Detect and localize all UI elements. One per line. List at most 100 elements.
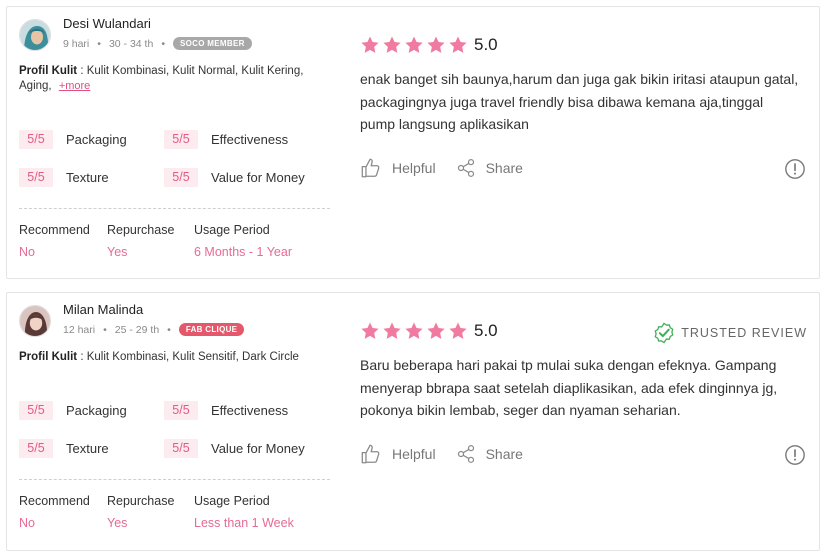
skin-profile-label: Profil Kulit xyxy=(19,351,78,363)
rating-effectiveness: 5/5 Effectiveness xyxy=(164,401,288,420)
skin-profile-label: Profil Kulit xyxy=(19,65,78,77)
share-label: Share xyxy=(485,160,523,176)
share-button[interactable]: Share xyxy=(456,158,523,178)
member-badge: SOCO MEMBER xyxy=(173,37,252,50)
report-button[interactable] xyxy=(784,158,806,185)
skin-profile: Profil Kulit : Kulit Kombinasi, Kulit No… xyxy=(19,64,329,94)
star-rating: 5.0 xyxy=(360,35,498,55)
usage-period: Usage Period 6 Months - 1 Year xyxy=(194,223,292,259)
reviewer-meta: 12 hari • 25 - 29 th • FAB CLIQUE xyxy=(63,323,245,336)
usage-label: Recommend xyxy=(19,223,90,237)
overall-score: 5.0 xyxy=(474,321,498,340)
rating-score: 5/5 xyxy=(164,130,198,149)
rating-score: 5/5 xyxy=(19,401,53,420)
rating-score: 5/5 xyxy=(164,168,198,187)
usage-label: Repurchase xyxy=(107,223,175,237)
rating-label: Packaging xyxy=(66,132,127,147)
trusted-review-badge: TRUSTED REVIEW xyxy=(653,322,807,344)
reviewer-meta: 9 hari • 30 - 34 th • SOCO MEMBER xyxy=(63,37,252,50)
review-card: Milan Malinda 12 hari • 25 - 29 th • FAB… xyxy=(6,292,820,551)
star-icon xyxy=(449,36,467,53)
rating-score: 5/5 xyxy=(19,439,53,458)
divider xyxy=(19,208,330,209)
more-link[interactable]: +more xyxy=(59,80,91,92)
share-icon xyxy=(457,445,474,463)
rating-score: 5/5 xyxy=(19,168,53,187)
reviewer-name[interactable]: Desi Wulandari xyxy=(63,16,151,31)
rating-packaging: 5/5 Packaging xyxy=(19,401,127,420)
star-icon xyxy=(427,322,445,339)
share-label: Share xyxy=(485,446,523,462)
separator-dot: • xyxy=(97,37,101,50)
usage-value: Less than 1 Week xyxy=(194,516,294,530)
alert-circle-icon xyxy=(785,159,805,179)
usage-repurchase: Repurchase Yes xyxy=(107,223,174,259)
rating-texture: 5/5 Texture xyxy=(19,439,109,458)
review-time: 12 hari xyxy=(63,323,96,336)
rating-label: Packaging xyxy=(66,403,127,418)
review-actions: Helpful Share xyxy=(360,157,523,179)
review-card: Desi Wulandari 9 hari • 30 - 34 th • SOC… xyxy=(6,6,820,279)
divider xyxy=(19,479,330,480)
review-actions: Helpful Share xyxy=(360,443,523,465)
separator-dot: • xyxy=(161,37,166,50)
usage-label: Usage Period xyxy=(194,223,270,237)
member-badge: FAB CLIQUE xyxy=(178,323,245,336)
helpful-label: Helpful xyxy=(392,160,436,176)
verified-badge-icon xyxy=(654,322,674,344)
rating-value-for-money: 5/5 Value for Money xyxy=(164,439,305,458)
usage-value: 6 Months - 1 Year xyxy=(194,245,292,259)
helpful-label: Helpful xyxy=(392,446,436,462)
usage-label: Usage Period xyxy=(194,494,270,508)
rating-label: Effectiveness xyxy=(211,132,289,147)
rating-label: Value for Money xyxy=(211,441,305,456)
avatar[interactable] xyxy=(19,19,51,51)
usage-value: No xyxy=(19,245,35,259)
usage-label: Repurchase xyxy=(107,494,175,508)
helpful-button[interactable]: Helpful xyxy=(360,157,436,179)
rating-packaging: 5/5 Packaging xyxy=(19,130,127,149)
star-icon xyxy=(427,36,445,53)
review-text: enak banget sih baunya,harum dan juga ga… xyxy=(360,71,799,132)
age-range: 25 - 29 th xyxy=(114,323,160,336)
thumbs-up-icon xyxy=(361,444,380,464)
rating-label: Effectiveness xyxy=(211,403,289,418)
report-button[interactable] xyxy=(784,444,806,471)
star-icon xyxy=(449,322,467,339)
alert-circle-icon xyxy=(785,445,805,465)
rating-score: 5/5 xyxy=(164,439,198,458)
star-rating: 5.0 xyxy=(360,321,498,341)
avatar[interactable] xyxy=(19,305,51,337)
rating-score: 5/5 xyxy=(164,401,198,420)
share-icon xyxy=(457,159,474,177)
usage-value: Yes xyxy=(107,516,128,530)
rating-label: Texture xyxy=(66,170,109,185)
review-time: 9 hari xyxy=(63,37,90,50)
rating-label: Texture xyxy=(66,441,109,456)
usage-recommend: Recommend No xyxy=(19,494,90,530)
rating-label: Value for Money xyxy=(211,170,305,185)
star-icon xyxy=(383,322,401,339)
helpful-button[interactable]: Helpful xyxy=(360,443,436,465)
star-icon xyxy=(361,36,379,53)
trusted-review-label: TRUSTED REVIEW xyxy=(681,326,807,340)
star-icon xyxy=(361,322,379,339)
star-icon xyxy=(405,322,423,339)
rating-value-for-money: 5/5 Value for Money xyxy=(164,168,305,187)
usage-period: Usage Period Less than 1 Week xyxy=(194,494,294,530)
rating-effectiveness: 5/5 Effectiveness xyxy=(164,130,288,149)
separator-dot: • xyxy=(103,323,107,336)
reviewer-name[interactable]: Milan Malinda xyxy=(63,302,143,317)
rating-texture: 5/5 Texture xyxy=(19,168,109,187)
usage-recommend: Recommend No xyxy=(19,223,90,259)
usage-value: No xyxy=(19,516,35,530)
usage-value: Yes xyxy=(107,245,128,259)
thumbs-up-icon xyxy=(361,158,380,178)
star-icon xyxy=(383,36,401,53)
share-button[interactable]: Share xyxy=(456,444,523,464)
usage-repurchase: Repurchase Yes xyxy=(107,494,174,530)
overall-score: 5.0 xyxy=(474,35,498,54)
skin-profile: Profil Kulit : Kulit Kombinasi, Kulit Se… xyxy=(19,350,329,365)
avatar-hijab-icon xyxy=(20,20,50,50)
avatar-portrait-icon xyxy=(20,306,50,336)
